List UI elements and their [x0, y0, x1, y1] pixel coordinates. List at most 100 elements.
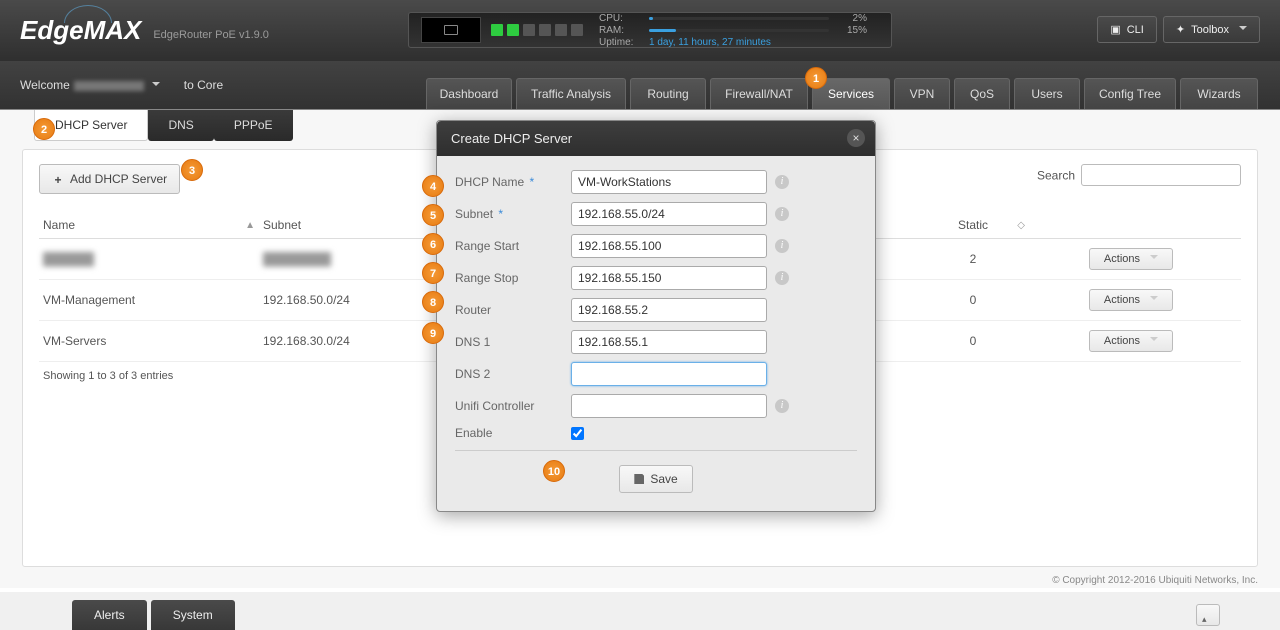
- input-range_stop[interactable]: [571, 266, 767, 290]
- field-range_stop: Range Stop i: [455, 266, 857, 290]
- tab-users[interactable]: Users: [1014, 78, 1080, 109]
- label-enable: Enable: [455, 426, 571, 440]
- sort-icon: ◇: [1017, 220, 1025, 231]
- label-subnet: Subnet *: [455, 207, 571, 221]
- main-tabs: DashboardTraffic AnalysisRoutingFirewall…: [426, 78, 1258, 109]
- chevron-down-icon: [1150, 296, 1158, 304]
- callout-8: 8: [422, 291, 444, 313]
- disk-icon: [634, 474, 644, 484]
- ram-bar: [649, 29, 676, 32]
- logo-swoosh: [64, 5, 112, 23]
- input-router[interactable]: [571, 298, 767, 322]
- cell-static: 0: [913, 293, 1033, 307]
- info-icon[interactable]: i: [775, 207, 789, 221]
- input-unifi[interactable]: [571, 394, 767, 418]
- input-subnet[interactable]: [571, 202, 767, 226]
- field-enable: Enable: [455, 426, 857, 440]
- sort-asc-icon: ▲: [245, 220, 255, 231]
- info-icon[interactable]: i: [775, 399, 789, 413]
- tab-wizards[interactable]: Wizards: [1180, 78, 1258, 109]
- led-2: [507, 24, 519, 36]
- cli-button[interactable]: ▣CLI: [1097, 16, 1157, 43]
- callout-9: 9: [422, 322, 444, 344]
- input-range_start[interactable]: [571, 234, 767, 258]
- tab-config-tree[interactable]: Config Tree: [1084, 78, 1176, 109]
- led-1: [491, 24, 503, 36]
- label-range_start: Range Start: [455, 239, 571, 253]
- callout-5: 5: [422, 204, 444, 226]
- input-dhcp_name[interactable]: [571, 170, 767, 194]
- col-static[interactable]: Static◇: [913, 218, 1033, 232]
- search-wrap: Search: [1037, 164, 1241, 186]
- callout-7: 7: [422, 262, 444, 284]
- alerts-tab[interactable]: Alerts: [72, 600, 147, 630]
- toolbox-button[interactable]: ✦Toolbox: [1163, 16, 1260, 43]
- col-actions: [1033, 218, 1173, 232]
- nav-bar: Welcome to Core DashboardTraffic Analysi…: [0, 61, 1280, 109]
- field-dns2: DNS 2: [455, 362, 857, 386]
- close-icon[interactable]: ×: [847, 129, 865, 147]
- save-button[interactable]: Save: [619, 465, 692, 493]
- welcome-text: Welcome: [20, 78, 160, 92]
- info-icon[interactable]: i: [775, 271, 789, 285]
- actions-button[interactable]: Actions: [1089, 330, 1173, 352]
- cell-static: 2: [913, 252, 1033, 266]
- field-dns1: DNS 1: [455, 330, 857, 354]
- actions-button[interactable]: Actions: [1089, 248, 1173, 270]
- tab-vpn[interactable]: VPN: [894, 78, 950, 109]
- ram-label: RAM:: [599, 25, 649, 36]
- create-dhcp-modal: Create DHCP Server× DHCP Name *iSubnet *…: [436, 120, 876, 512]
- actions-button[interactable]: Actions: [1089, 289, 1173, 311]
- collapse-button[interactable]: [1196, 604, 1220, 626]
- label-router: Router: [455, 303, 571, 317]
- field-unifi: Unifi Controller i: [455, 394, 857, 418]
- label-dns1: DNS 1: [455, 335, 571, 349]
- cell-name: ██████: [43, 252, 263, 266]
- led-3: [523, 24, 535, 36]
- label-dns2: DNS 2: [455, 367, 571, 381]
- label-unifi: Unifi Controller: [455, 399, 571, 413]
- callout-6: 6: [422, 233, 444, 255]
- enable-checkbox[interactable]: [571, 427, 584, 440]
- tab-firewall-nat[interactable]: Firewall/NAT: [710, 78, 808, 109]
- input-dns2[interactable]: [571, 362, 767, 386]
- cell-name: VM-Servers: [43, 334, 263, 348]
- add-dhcp-server-button[interactable]: Add DHCP Server: [39, 164, 180, 194]
- info-icon[interactable]: i: [775, 239, 789, 253]
- tab-routing[interactable]: Routing: [630, 78, 706, 109]
- input-dns1[interactable]: [571, 330, 767, 354]
- user-dropdown-icon[interactable]: [152, 82, 160, 90]
- ram-value: 15%: [837, 25, 867, 36]
- cell-static: 0: [913, 334, 1033, 348]
- callout-4: 4: [422, 175, 444, 197]
- chevron-down-icon: [1239, 26, 1247, 34]
- chevron-up-icon: [1202, 609, 1214, 621]
- chevron-down-icon: [1150, 337, 1158, 345]
- tab-traffic-analysis[interactable]: Traffic Analysis: [516, 78, 626, 109]
- search-input[interactable]: [1081, 164, 1241, 186]
- info-icon[interactable]: i: [775, 175, 789, 189]
- field-range_start: Range Start i: [455, 234, 857, 258]
- tab-qos[interactable]: QoS: [954, 78, 1010, 109]
- callout-10: 10: [543, 460, 565, 482]
- label-range_stop: Range Stop: [455, 271, 571, 285]
- uptime-label: Uptime:: [599, 37, 649, 48]
- tab-dashboard[interactable]: Dashboard: [426, 78, 512, 109]
- callout-2: 2: [33, 118, 55, 140]
- cpu-value: 2%: [837, 13, 867, 24]
- to-core-link[interactable]: to Core: [184, 78, 223, 92]
- col-name[interactable]: Name▲: [43, 218, 263, 232]
- copyright: © Copyright 2012-2016 Ubiquiti Networks,…: [1052, 575, 1258, 586]
- system-tab[interactable]: System: [151, 600, 235, 630]
- modal-header: Create DHCP Server ×: [437, 121, 875, 156]
- subtab-dns[interactable]: DNS: [148, 110, 213, 141]
- port-icon-box: [421, 17, 481, 43]
- bottom-bar: Alerts System: [0, 592, 1280, 630]
- chevron-down-icon: [1150, 255, 1158, 263]
- modal-title: Create DHCP Server: [451, 131, 572, 146]
- subtab-pppoe[interactable]: PPPoE: [214, 110, 293, 141]
- uptime-value: 1 day, 11 hours, 27 minutes: [649, 37, 771, 48]
- terminal-icon: ▣: [1110, 23, 1120, 36]
- port-leds: [491, 24, 583, 36]
- wrench-icon: ✦: [1176, 23, 1185, 36]
